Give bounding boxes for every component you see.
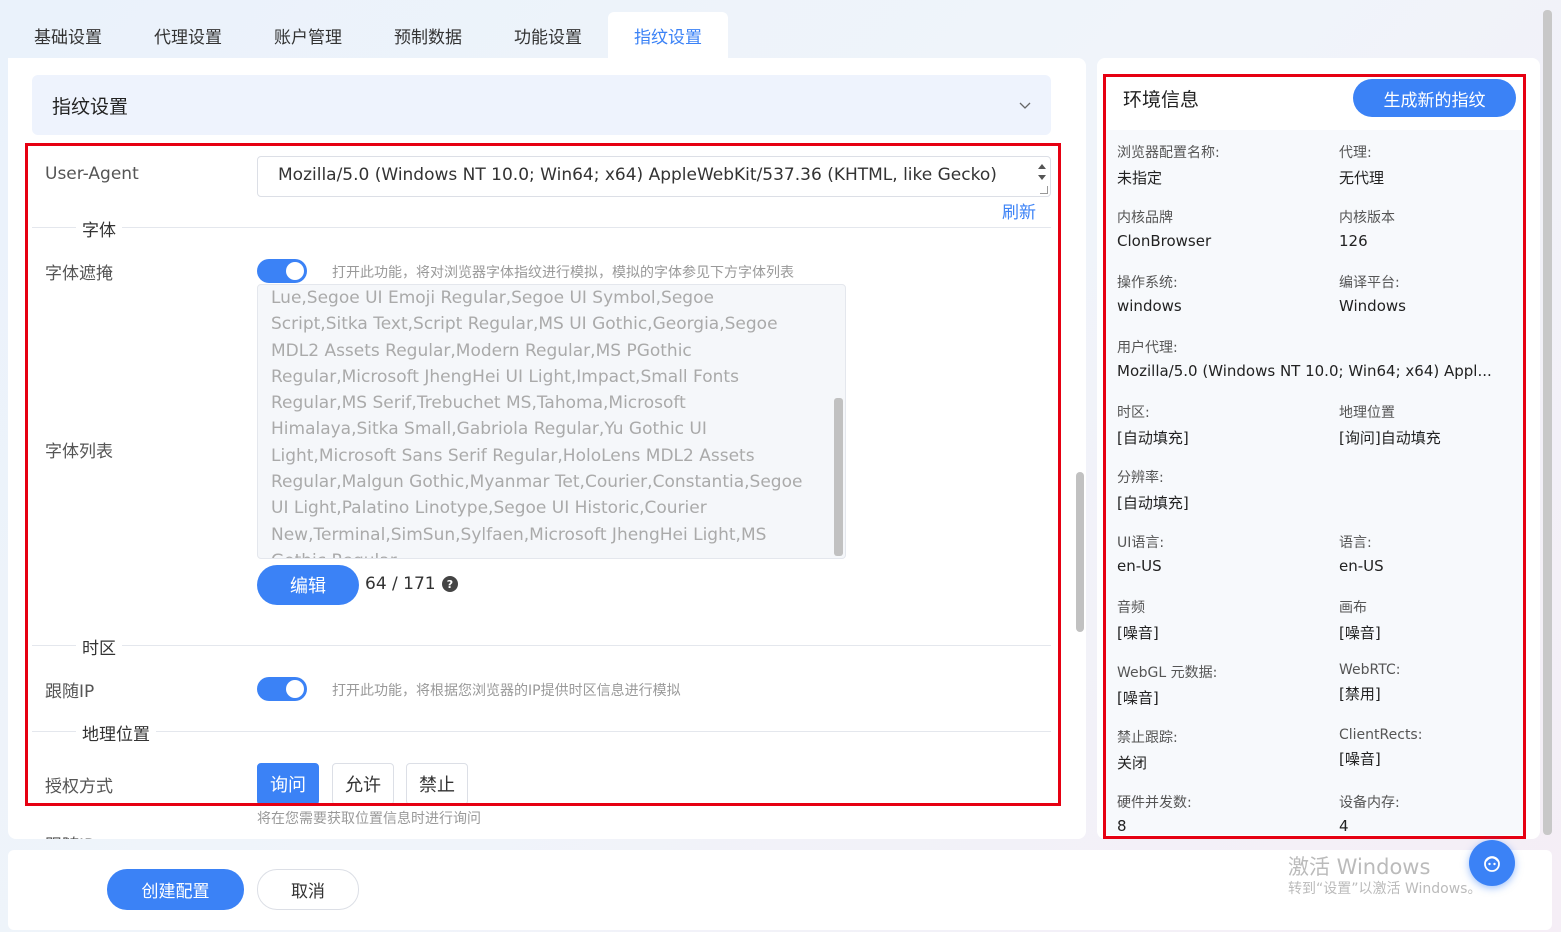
- geo-auth-hint: 将在您需要获取位置信息时进行询问: [257, 811, 481, 827]
- env-item: 设备内存: 4: [1339, 795, 1400, 835]
- geo-divider-title: 地理位置: [76, 720, 156, 745]
- support-bot-icon: [1484, 856, 1500, 872]
- font-list-scrollbar[interactable]: [834, 398, 843, 556]
- env-item: 浏览器配置名称: 未指定: [1117, 145, 1220, 187]
- tab-proxy-settings[interactable]: 代理设置: [128, 12, 248, 58]
- env-item: 硬件并发数: 8: [1117, 795, 1192, 835]
- cancel-button[interactable]: 取消: [257, 869, 359, 910]
- windows-activation-hint: 转到“设置”以激活 Windows。: [1288, 881, 1482, 897]
- section-collapse-header[interactable]: 指纹设置: [32, 75, 1051, 135]
- env-item: 时区: [自动填充]: [1117, 405, 1189, 447]
- geo-option-ask[interactable]: 询问: [257, 763, 319, 805]
- env-title: 环境信息: [1123, 89, 1200, 111]
- timezone-divider: [32, 645, 1051, 646]
- env-item: 操作系统: windows: [1117, 275, 1182, 315]
- env-item: 语言: en-US: [1339, 535, 1384, 575]
- env-info-list: 浏览器配置名称: 未指定 代理: 无代理 内核品牌 ClonBrowser 内核版本 1…: [1105, 130, 1525, 835]
- tab-basic-settings[interactable]: 基础设置: [8, 12, 128, 58]
- font-list-textarea[interactable]: Lue,Segoe UI Emoji Regular,Segoe UI Symb…: [257, 284, 846, 559]
- fingerprint-settings-panel: 指纹设置 User-Agent Mozilla/5.0 (Windows NT …: [8, 58, 1086, 839]
- geo-follow-ip-label: 跟随IP: [45, 831, 94, 839]
- tab-feature-settings[interactable]: 功能设置: [488, 12, 608, 58]
- env-item: WebGL 元数据: [噪音]: [1117, 665, 1218, 707]
- section-title: 指纹设置: [52, 95, 129, 118]
- user-agent-value: Mozilla/5.0 (Windows NT 10.0; Win64; x64…: [278, 165, 997, 185]
- windows-activation-watermark: 激活 Windows: [1288, 855, 1431, 879]
- env-item: 内核品牌 ClonBrowser: [1117, 210, 1212, 250]
- font-divider: [32, 227, 1051, 228]
- assistant-float-button[interactable]: [1469, 840, 1515, 886]
- spin-down-icon[interactable]: [1038, 175, 1046, 180]
- timezone-follow-ip-toggle[interactable]: [257, 677, 307, 701]
- env-item: 画布 [噪音]: [1339, 600, 1381, 642]
- help-icon[interactable]: ?: [442, 576, 458, 592]
- timezone-divider-title: 时区: [76, 634, 122, 659]
- timezone-follow-hint: 打开此功能，将根据您浏览器的IP提供时区信息进行模拟: [332, 683, 681, 699]
- geo-auth-label: 授权方式: [45, 777, 113, 797]
- panel-scrollbar[interactable]: [1076, 472, 1084, 632]
- font-list-text: Lue,Segoe UI Emoji Regular,Segoe UI Symb…: [271, 288, 803, 558]
- tab-account-management[interactable]: 账户管理: [248, 12, 368, 58]
- env-item: 地理位置 [询问]自动填充: [1339, 405, 1441, 447]
- user-agent-input[interactable]: Mozilla/5.0 (Windows NT 10.0; Win64; x64…: [257, 156, 1051, 197]
- font-count: 64 / 171: [365, 574, 436, 594]
- env-item: 音频 [噪音]: [1117, 600, 1159, 642]
- env-item: 用户代理: Mozilla/5.0 (Windows NT 10.0; Win64…: [1117, 340, 1492, 380]
- window-scrollbar[interactable]: [1543, 10, 1552, 835]
- user-agent-label: User-Agent: [45, 164, 139, 184]
- font-mask-hint: 打开此功能，将对浏览器字体指纹进行模拟，模拟的字体参见下方字体列表: [332, 265, 794, 281]
- geo-divider: [32, 731, 1051, 732]
- env-item: 分辨率: [自动填充]: [1117, 470, 1189, 512]
- refresh-link[interactable]: 刷新: [1002, 198, 1036, 223]
- tab-bar: 基础设置 代理设置 账户管理 预制数据 功能设置 指纹设置: [8, 12, 728, 58]
- env-item: 禁止跟踪: 关闭: [1117, 730, 1178, 772]
- chevron-down-icon: [1019, 102, 1031, 109]
- env-item: 内核版本 126: [1339, 210, 1395, 250]
- font-mask-toggle[interactable]: [257, 259, 307, 283]
- env-item: WebRTC: [禁用]: [1339, 662, 1401, 703]
- env-item: ClientRects: [噪音]: [1339, 727, 1423, 768]
- env-item: UI语言: en-US: [1117, 535, 1165, 575]
- font-divider-title: 字体: [76, 216, 122, 241]
- timezone-follow-ip-label: 跟随IP: [45, 682, 95, 702]
- edit-font-button[interactable]: 编辑: [257, 565, 359, 605]
- geo-option-deny[interactable]: 禁止: [406, 763, 468, 805]
- env-item: 编译平台: Windows: [1339, 275, 1406, 315]
- generate-fingerprint-button[interactable]: 生成新的指纹: [1353, 79, 1516, 117]
- spin-up-icon[interactable]: [1038, 164, 1046, 169]
- tab-fingerprint-settings[interactable]: 指纹设置: [608, 12, 728, 58]
- font-list-label: 字体列表: [45, 442, 113, 462]
- env-item: 代理: 无代理: [1339, 145, 1385, 187]
- create-config-button[interactable]: 创建配置: [107, 869, 244, 910]
- resize-grip-icon[interactable]: [1040, 186, 1048, 194]
- environment-info-panel: 环境信息 生成新的指纹 浏览器配置名称: 未指定 代理: 无代理 内核品牌 ClonB…: [1097, 58, 1540, 839]
- font-mask-label: 字体遮掩: [45, 264, 113, 284]
- geo-option-allow[interactable]: 允许: [332, 763, 394, 805]
- tab-preset-data[interactable]: 预制数据: [368, 12, 488, 58]
